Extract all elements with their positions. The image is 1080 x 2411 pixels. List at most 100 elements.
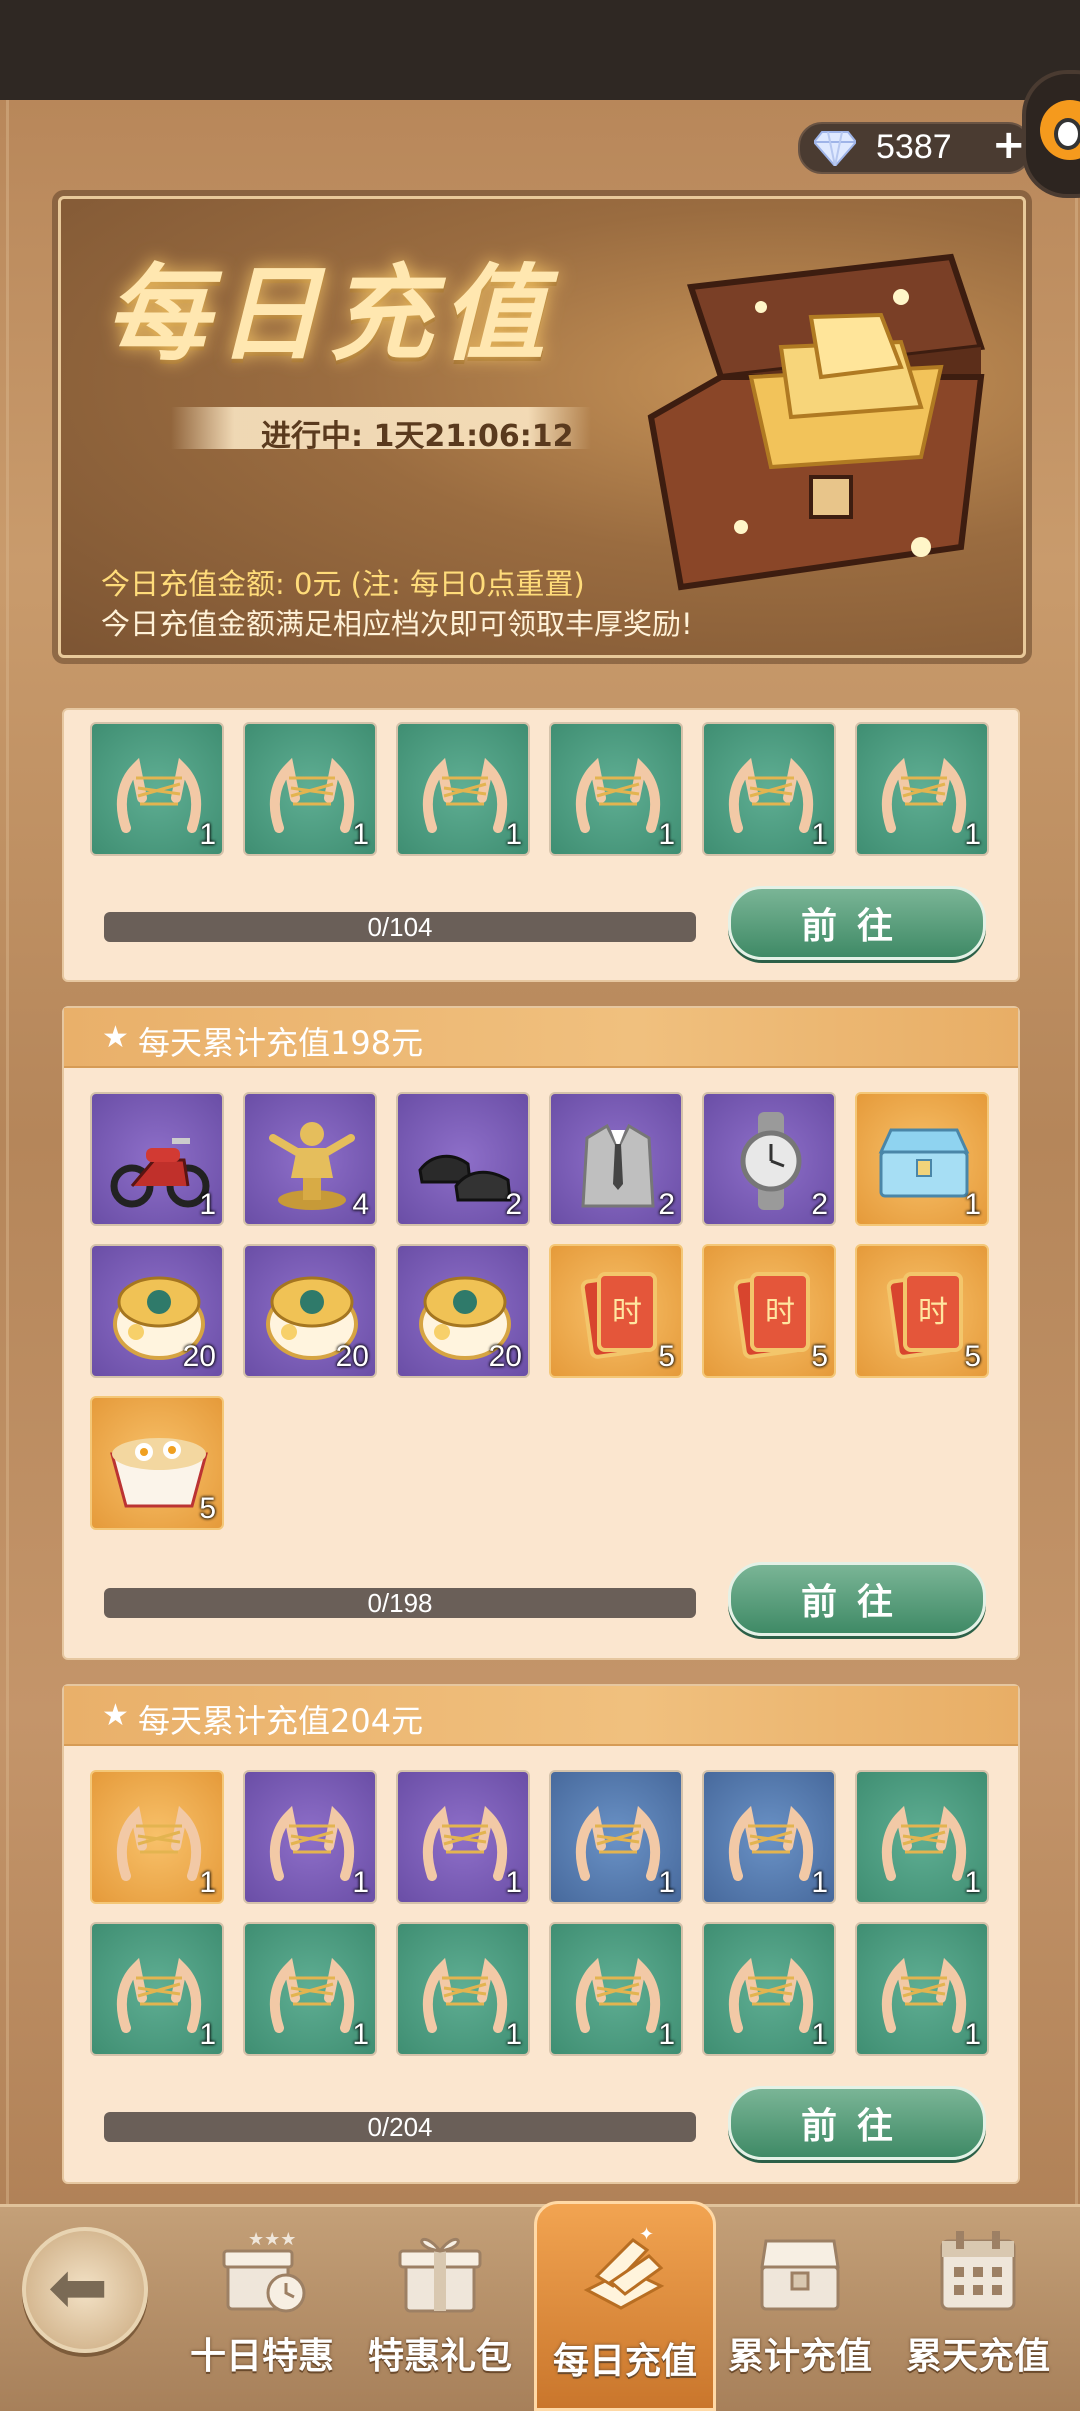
item-quantity: 2 [811,1188,828,1221]
reward-item[interactable]: 1 [90,1770,224,1904]
go-button-label: 前往 [800,906,913,947]
add-diamond-button[interactable]: + [992,122,1026,168]
reward-item[interactable]: 1 [243,1922,377,2056]
reward-item[interactable]: 1 [549,1770,683,1904]
item-quantity: 1 [352,1866,369,1899]
string-icon [116,1957,202,2033]
item-quantity: 1 [964,818,981,851]
reward-item[interactable]: 20 [243,1244,377,1378]
reward-item[interactable]: 20 [396,1244,530,1378]
reward-item[interactable]: 时5 [702,1244,836,1378]
string-icon [269,1957,355,2033]
reward-item[interactable]: 1 [855,1092,989,1226]
svg-text:时: 时 [765,1295,795,1330]
string-icon [728,1957,814,2033]
tab-label: 每日充值 [552,2341,697,2382]
reward-item[interactable]: 时5 [855,1244,989,1378]
tab-label: 累天充值 [905,2336,1050,2377]
reward-item[interactable]: 5 [90,1396,224,1530]
item-quantity: 1 [658,818,675,851]
reward-item[interactable]: 1 [549,1922,683,2056]
reward-item[interactable]: 4 [243,1092,377,1226]
countdown-strip: 进行中: 1天21:06:12 [171,407,591,454]
card-icon: 时 [733,1272,810,1359]
reward-item[interactable]: 1 [90,1922,224,2056]
item-quantity: 20 [335,1340,369,1373]
item-quantity: 1 [964,2018,981,2051]
reward-item[interactable]: 1 [396,1770,530,1904]
svg-text:时: 时 [612,1295,642,1330]
tab-label: 特惠礼包 [367,2336,512,2377]
tier-card-1: 1 1 1 1 1 1 0/104 前往 [62,708,1020,982]
tab-cumulative-recharge[interactable]: 累计充值 [712,2217,888,2397]
item-quantity: 1 [199,2018,216,2051]
svg-text:时: 时 [918,1295,948,1330]
star-icon: ★ [102,1020,129,1055]
progress-text: 0/198 [367,1588,433,1618]
star-icon: ★ [102,1698,129,1733]
progress-text: 0/104 [367,912,433,942]
item-quantity: 1 [658,2018,675,2051]
item-quantity: 5 [811,1340,828,1373]
reward-item[interactable]: 1 [855,1770,989,1904]
item-quantity: 1 [199,818,216,851]
reward-item[interactable]: 1 [855,1922,989,2056]
string-icon [728,757,814,833]
calendar-icon [940,2231,1016,2311]
tab-daily-recharge[interactable]: ✦ 每日充值 [534,2201,716,2411]
reward-item[interactable]: 20 [90,1244,224,1378]
item-quantity: 1 [352,818,369,851]
tier-header: ★ 每天累计充值204元 [64,1686,1018,1746]
string-icon [575,1805,661,1881]
reward-item[interactable]: 2 [549,1092,683,1226]
reward-item[interactable]: 1 [243,722,377,856]
tier-title: 每天累计充值204元 [138,1702,424,1740]
tier-card-3: ★ 每天累计充值204元 1 1 1 1 1 1 1 1 1 1 1 1 0/2… [62,1684,1020,2184]
go-button[interactable]: 前往 [728,2086,986,2160]
tier-header: ★ 每天累计充值198元 [64,1008,1018,1068]
tab-label: 十日特惠 [189,2336,334,2377]
reward-item[interactable]: 2 [702,1092,836,1226]
tab-consecutive-recharge[interactable]: 累天充值 [890,2217,1066,2397]
reward-item[interactable]: 1 [702,722,836,856]
tier-title: 每天累计充值198元 [138,1024,424,1062]
tab-special-pack[interactable]: 特惠礼包 [352,2217,528,2397]
tier-card-2: ★ 每天累计充值198元 1 4 2 2 2 1 20 20 20 时5 时5 … [62,1006,1020,1660]
reward-item[interactable]: 1 [396,722,530,856]
shoes-icon [418,1154,512,1202]
reward-item[interactable]: 1 [90,722,224,856]
string-icon [116,1805,202,1881]
go-button[interactable]: 前往 [728,886,986,960]
item-quantity: 1 [505,818,522,851]
reward-item[interactable]: 时5 [549,1244,683,1378]
item-quantity: 1 [811,1866,828,1899]
svg-text:★★★: ★★★ [248,2229,296,2250]
reward-item[interactable]: 1 [549,722,683,856]
countdown-text: 进行中: 1天21:06:12 [261,419,574,454]
reward-item[interactable]: 1 [243,1770,377,1904]
event-title: 每日充值 [105,252,554,375]
tab-ten-day-special[interactable]: ★★★ 十日特惠 [174,2217,350,2397]
go-button-label: 前往 [800,1582,913,1623]
card-icon: 时 [580,1272,657,1359]
suit-icon [581,1123,655,1208]
watch-icon [740,1112,802,1210]
reward-item[interactable]: 1 [90,1092,224,1226]
treasure-chest-icon [760,2239,840,2311]
item-quantity: 1 [811,818,828,851]
reward-item[interactable]: 1 [396,1922,530,2056]
go-button[interactable]: 前往 [728,1562,986,1636]
card-icon: 时 [886,1272,963,1359]
string-icon [269,757,355,833]
reward-item[interactable]: 1 [702,1922,836,2056]
progress-bar: 0/204 [104,2112,696,2142]
back-button[interactable]: ⬅ [22,2227,148,2353]
reward-item[interactable]: 1 [855,722,989,856]
reward-item[interactable]: 1 [702,1770,836,1904]
item-quantity: 5 [964,1340,981,1373]
reward-item[interactable]: 2 [396,1092,530,1226]
go-button-label: 前往 [800,2106,913,2147]
string-icon [422,1957,508,2033]
tab-label: 累计充值 [727,2336,872,2377]
mascot-button[interactable] [1022,70,1080,198]
